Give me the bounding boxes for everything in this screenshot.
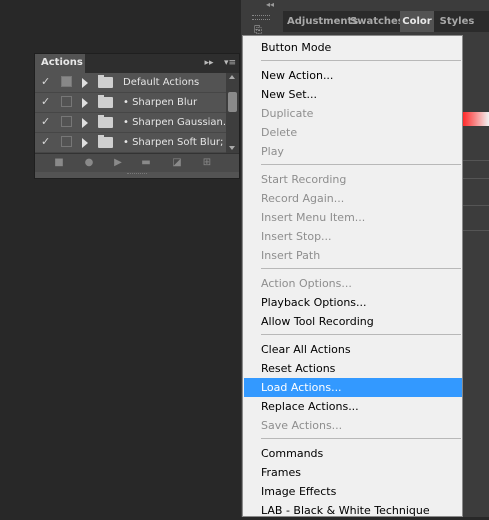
menu-item-new-set[interactable]: New Set... [244, 85, 462, 104]
menu-item-new-action[interactable]: New Action... [244, 66, 462, 85]
new-set-icon[interactable]: ▬ [140, 157, 152, 168]
expand-arrow-icon[interactable] [82, 118, 88, 128]
menu-item-insert-stop[interactable]: Insert Stop... [244, 227, 462, 246]
menu-separator [261, 268, 461, 269]
folder-icon [98, 135, 113, 148]
action-label: • Sharpen Gaussian... [123, 117, 227, 128]
dock-divider [462, 178, 489, 179]
checkmark-icon[interactable]: ✓ [41, 135, 53, 149]
dialog-toggle-icon[interactable] [61, 136, 72, 147]
folder-icon [98, 95, 113, 108]
dock-grip[interactable] [252, 15, 270, 20]
menu-item-insert-path[interactable]: Insert Path [244, 246, 462, 265]
play-icon[interactable]: ▶ [112, 157, 124, 168]
action-set-label: Default Actions [123, 77, 200, 88]
expand-arrow-icon[interactable] [82, 78, 88, 88]
menu-item-playback-options[interactable]: Playback Options... [244, 293, 462, 312]
checkmark-icon[interactable]: ✓ [41, 75, 53, 89]
dock-divider [462, 230, 489, 231]
checkmark-icon[interactable]: ✓ [41, 95, 53, 109]
folder-icon [98, 115, 113, 128]
scroll-down-icon[interactable] [229, 146, 235, 150]
menu-item-load-actions[interactable]: Load Actions... [244, 378, 462, 397]
menu-item-start-recording[interactable]: Start Recording [244, 170, 462, 189]
menu-item-reset-actions[interactable]: Reset Actions [244, 359, 462, 378]
action-row[interactable]: ✓ • Sharpen Blur [35, 93, 227, 113]
expand-arrow-icon[interactable] [82, 138, 88, 148]
menu-item-button-mode[interactable]: Button Mode [244, 38, 462, 57]
action-set-row[interactable]: ✓ Default Actions [35, 73, 227, 93]
collapse-dock-icon[interactable]: ◂◂ [266, 0, 276, 10]
actions-panel: Actions ▸▸ ▾≡ ✓ Default Actions ✓ • Shar… [34, 53, 240, 179]
tab-adjustments[interactable]: Adjustments [287, 11, 358, 32]
folder-icon [98, 75, 113, 88]
menu-item-allow-tool-recording[interactable]: Allow Tool Recording [244, 312, 462, 331]
menu-item-image-effects[interactable]: Image Effects [244, 482, 462, 501]
record-icon[interactable]: ● [83, 157, 95, 168]
delete-icon[interactable]: ⊞ [201, 157, 213, 168]
panel-resize-grip[interactable] [127, 173, 147, 177]
menu-item-insert-menu-item[interactable]: Insert Menu Item... [244, 208, 462, 227]
menu-separator [261, 438, 461, 439]
stop-icon[interactable]: ■ [53, 157, 65, 168]
menu-item-play[interactable]: Play [244, 142, 462, 161]
scrollbar-thumb[interactable] [228, 92, 237, 112]
panel-menu-icon[interactable]: ▾≡ [221, 54, 239, 73]
menu-item-save-actions[interactable]: Save Actions... [244, 416, 462, 435]
dock-divider [462, 160, 489, 161]
menu-separator [261, 334, 461, 335]
new-action-icon[interactable]: ◪ [171, 157, 183, 168]
action-label: • Sharpen Blur [123, 97, 198, 108]
menu-separator [261, 164, 461, 165]
dialog-toggle-icon[interactable] [61, 96, 72, 107]
action-row[interactable]: ✓ • Sharpen Gaussian... [35, 113, 227, 133]
dialog-toggle-icon[interactable] [61, 76, 72, 87]
menu-item-replace-actions[interactable]: Replace Actions... [244, 397, 462, 416]
action-row[interactable]: ✓ • Sharpen Soft Blur; [35, 133, 227, 153]
scrollbar-track[interactable] [226, 73, 239, 153]
scroll-up-icon[interactable] [229, 75, 235, 79]
actions-flyout-menu: Button Mode New Action... New Set... Dup… [242, 35, 463, 517]
collapse-panel-icon[interactable]: ▸▸ [201, 54, 217, 73]
menu-item-lab-black-white[interactable]: LAB - Black & White Technique [244, 501, 462, 520]
color-ramp[interactable] [463, 112, 489, 126]
tab-swatches[interactable]: Swatches [350, 11, 404, 32]
menu-item-frames[interactable]: Frames [244, 463, 462, 482]
menu-separator [261, 60, 461, 61]
dock-divider [462, 205, 489, 206]
menu-item-action-options[interactable]: Action Options... [244, 274, 462, 293]
tab-actions[interactable]: Actions [35, 54, 85, 73]
menu-item-duplicate[interactable]: Duplicate [244, 104, 462, 123]
menu-item-clear-all-actions[interactable]: Clear All Actions [244, 340, 462, 359]
expand-arrow-icon[interactable] [82, 98, 88, 108]
checkmark-icon[interactable]: ✓ [41, 115, 53, 129]
tab-styles[interactable]: Styles [437, 11, 477, 32]
action-label: • Sharpen Soft Blur; [123, 137, 224, 148]
menu-item-commands[interactable]: Commands [244, 444, 462, 463]
tab-color[interactable]: Color [400, 11, 434, 32]
actions-footer: ■ ● ▶ ▬ ◪ ⊞ [35, 153, 239, 172]
dialog-toggle-icon[interactable] [61, 116, 72, 127]
menu-item-delete[interactable]: Delete [244, 123, 462, 142]
menu-item-record-again[interactable]: Record Again... [244, 189, 462, 208]
